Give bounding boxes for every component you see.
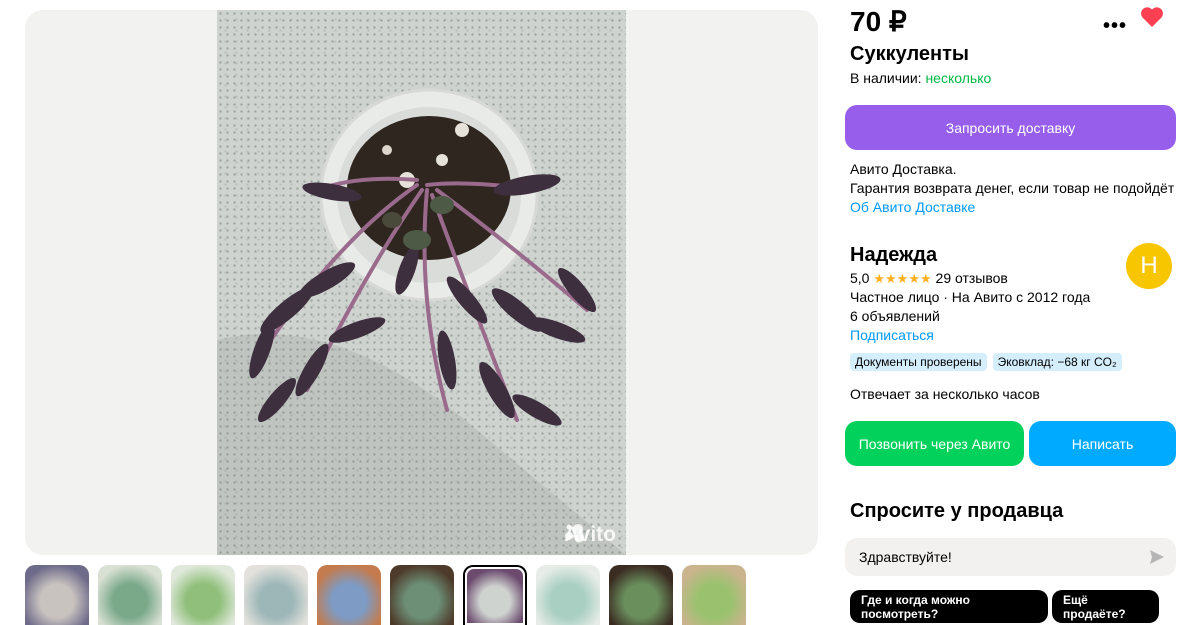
call-via-avito-button[interactable]: Позвонить через Авито [845, 421, 1024, 466]
delivery-info: Авито Доставка. Гарантия возврата денег,… [850, 160, 1174, 217]
documents-verified-badge[interactable]: Документы проверены [850, 353, 987, 371]
about-delivery-link[interactable]: Об Авито Доставке [850, 198, 1174, 217]
send-icon[interactable] [1148, 548, 1166, 569]
rating-stars-icon: ★★★★★ [873, 271, 932, 286]
reviews-link[interactable]: 29 отзывов [936, 270, 1008, 286]
ask-seller-title: Спросите у продавца [850, 500, 1064, 522]
thumbnail-image [98, 565, 162, 625]
quick-question-chip-still-selling[interactable]: Ещё продаёте? [1052, 590, 1159, 623]
thumbnail-10[interactable] [682, 565, 746, 625]
delivery-title: Авито Доставка. [850, 161, 957, 177]
seller-name[interactable]: Надежда [850, 244, 937, 267]
favorite-heart-icon[interactable] [1140, 6, 1164, 33]
thumbnail-image [682, 565, 746, 625]
message-input[interactable]: Здравствуйте! [845, 538, 1176, 576]
message-input-value[interactable]: Здравствуйте! [859, 549, 952, 565]
write-message-button[interactable]: Написать [1029, 421, 1176, 466]
seller-rating: 5,0 ★★★★★ 29 отзывов [850, 270, 1008, 287]
thumbnail-image [467, 569, 523, 623]
request-delivery-button[interactable]: Запросить доставку [845, 105, 1176, 150]
thumbnail-3[interactable] [171, 565, 235, 625]
availability-label: В наличии: [850, 70, 922, 86]
avito-watermark: Avito [564, 523, 616, 547]
avito-logo-icon [565, 524, 584, 543]
thumbnail-image [244, 565, 308, 625]
availability-value: несколько [925, 70, 992, 86]
thumbnail-1[interactable] [25, 565, 89, 625]
subscribe-link[interactable]: Подписаться [850, 327, 934, 343]
seller-type: Частное лицо · На Авито с 2012 года [850, 289, 1091, 305]
seller-ads-count[interactable]: 6 объявлений [850, 308, 940, 324]
thumbnail-4[interactable] [244, 565, 308, 625]
plant-illustration [217, 88, 626, 555]
listing-title: Суккуленты [850, 43, 969, 65]
thumbnail-8[interactable] [536, 565, 600, 625]
thumbnail-image [171, 565, 235, 625]
thumbnail-image [609, 565, 673, 625]
thumbnail-2[interactable] [98, 565, 162, 625]
response-time: Отвечает за несколько часов [850, 386, 1040, 402]
thumbnail-strip [25, 565, 746, 625]
thumbnail-7[interactable] [463, 565, 527, 625]
price: 70 ₽ [850, 6, 907, 37]
thumbnail-5[interactable] [317, 565, 381, 625]
main-photo[interactable]: Avito [217, 10, 626, 555]
thumbnail-9[interactable] [609, 565, 673, 625]
delivery-guarantee: Гарантия возврата денег, если товар не п… [850, 180, 1175, 196]
seller-avatar[interactable]: Н [1126, 243, 1172, 289]
image-gallery[interactable]: Avito [25, 10, 818, 555]
more-options-icon[interactable]: ••• [1103, 15, 1127, 38]
eco-contribution-badge[interactable]: Эковклад: −68 кг CO₂ [992, 353, 1122, 371]
availability: В наличии: несколько [850, 70, 991, 86]
thumbnail-6[interactable] [390, 565, 454, 625]
quick-question-chip-viewing[interactable]: Где и когда можно посмотреть? [850, 590, 1048, 623]
thumbnail-image [390, 565, 454, 625]
rating-value: 5,0 [850, 270, 870, 286]
thumbnail-image [317, 565, 381, 625]
seller-badges: Документы проверены Эковклад: −68 кг CO₂ [850, 353, 1122, 371]
thumbnail-image [25, 565, 89, 625]
thumbnail-image [536, 565, 600, 625]
